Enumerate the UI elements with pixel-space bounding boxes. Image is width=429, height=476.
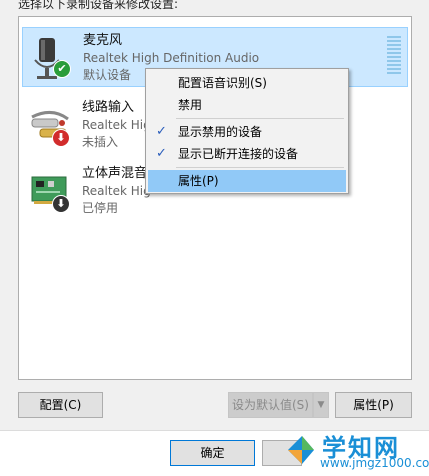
- watermark-url: www.jmgz1000.com: [320, 456, 429, 470]
- checkmark-icon: ✓: [156, 146, 167, 161]
- default-device-check-icon: ✔: [53, 60, 71, 78]
- device-driver: Realtek High Definition Audio: [83, 51, 260, 65]
- menu-item-configure-speech[interactable]: 配置语音识别(S): [148, 72, 346, 94]
- menu-item-show-disconnected[interactable]: ✓ 显示已断开连接的设备: [148, 143, 346, 165]
- set-default-dropdown-arrow[interactable]: ▼: [313, 392, 329, 418]
- microphone-icon: [34, 38, 60, 79]
- menu-item-show-disabled[interactable]: ✓ 显示禁用的设备: [148, 121, 346, 143]
- device-status: 未插入: [82, 135, 119, 149]
- menu-separator: [176, 118, 344, 119]
- line-in-jack-icon: [31, 111, 69, 138]
- menu-item-properties[interactable]: 属性(P): [148, 170, 346, 192]
- menu-item-label: 禁用: [178, 98, 203, 112]
- watermark: 学知网 www.jmgz1000.com: [280, 426, 429, 475]
- checkmark-icon: ✓: [156, 124, 167, 139]
- menu-item-label: 配置语音识别(S): [178, 76, 267, 90]
- menu-item-label: 显示禁用的设备: [178, 125, 263, 139]
- device-name: 线路输入: [82, 100, 135, 115]
- disabled-arrow-icon: ⬇: [52, 195, 70, 213]
- menu-item-disable[interactable]: 禁用: [148, 94, 346, 116]
- device-context-menu: 配置语音识别(S) 禁用 ✓ 显示禁用的设备 ✓ 显示已断开连接的设备 属性(P…: [145, 68, 349, 194]
- menu-separator: [176, 167, 344, 168]
- configure-button[interactable]: 配置(C): [18, 392, 103, 418]
- menu-item-label: 属性(P): [178, 174, 219, 188]
- level-meter: [387, 36, 401, 76]
- menu-item-label: 显示已断开连接的设备: [178, 147, 299, 161]
- device-driver: Realtek Hig: [82, 184, 151, 198]
- device-name: 麦克风: [83, 33, 123, 48]
- instruction-label: 选择以下录制设备来修改设置:: [18, 0, 179, 11]
- unplugged-arrow-icon: ⬇: [52, 129, 70, 147]
- set-default-button[interactable]: 设为默认值(S): [228, 392, 313, 418]
- properties-button[interactable]: 属性(P): [335, 392, 412, 418]
- device-name: 立体声混音: [82, 166, 148, 181]
- ok-button[interactable]: 确定: [170, 440, 255, 466]
- sound-card-icon: [31, 176, 67, 204]
- device-driver: Realtek Hig: [82, 118, 151, 132]
- device-status: 已停用: [82, 201, 119, 215]
- watermark-logo-icon: [288, 436, 314, 464]
